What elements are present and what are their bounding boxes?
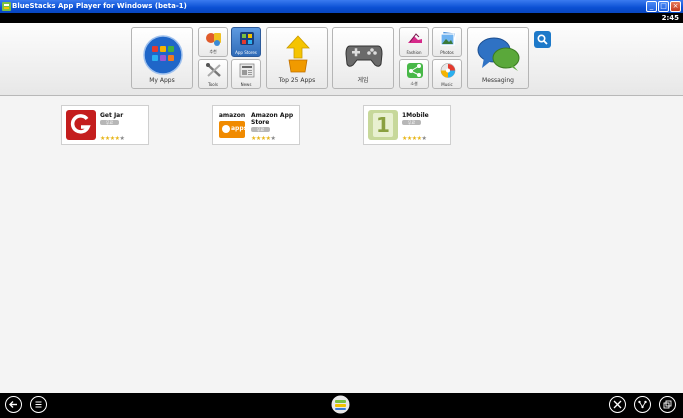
tile-tools[interactable]: Tools: [198, 59, 228, 89]
price-badge: 무료: [100, 120, 119, 125]
my-apps-icon: [143, 35, 183, 75]
app-card-1mobile[interactable]: 1 1Mobile 무료 ★★★★★: [363, 105, 451, 145]
home-button[interactable]: [331, 395, 350, 414]
rating-stars: ★★★★★: [402, 135, 427, 142]
stars-off: ★: [421, 135, 427, 142]
app-stores-label: App Stores: [235, 50, 257, 55]
recommended-label: 추천: [209, 49, 217, 54]
photos-label: Photos: [440, 50, 454, 55]
price-badge: 무료: [251, 127, 270, 132]
fashion-label: Fashion: [406, 50, 422, 55]
tile-photos[interactable]: Photos: [432, 27, 462, 57]
back-button[interactable]: [5, 396, 22, 413]
app-name: Amazon App Store: [251, 112, 294, 126]
bluestacks-logo-icon: [2, 2, 11, 11]
social-label: 소셜: [410, 81, 418, 86]
menu-icon: [35, 401, 42, 408]
rating-stars: ★★★★★: [100, 135, 125, 142]
photos-icon: [440, 30, 457, 46]
amazon-wordmark: amazon: [218, 112, 246, 119]
window-title: BlueStacks App Player for Windows (beta-…: [12, 2, 187, 10]
minimize-button[interactable]: _: [646, 1, 657, 12]
amazon-apps-text: apps: [231, 125, 248, 132]
messaging-label: Messaging: [482, 77, 514, 84]
music-icon: [440, 63, 456, 78]
my-apps-label: My Apps: [149, 77, 175, 84]
back-arrow-icon: [9, 401, 17, 408]
settings-button[interactable]: [609, 396, 626, 413]
tile-app-stores[interactable]: App Stores: [231, 27, 261, 57]
stars-on: ★★★★: [402, 135, 422, 142]
tile-social[interactable]: 소셜: [399, 59, 429, 89]
maximize-button[interactable]: □: [658, 1, 669, 12]
news-label: News: [240, 82, 252, 87]
clock: 2:45: [661, 14, 679, 22]
app-card-get-jar[interactable]: Get Jar 무료 ★★★★★: [61, 105, 149, 145]
bluestacks-window: BlueStacks App Player for Windows (beta-…: [0, 0, 683, 416]
games-tile[interactable]: 게임: [332, 27, 394, 89]
recommended-icon: [206, 33, 221, 46]
price-badge: 무료: [402, 120, 421, 125]
title-bar[interactable]: BlueStacks App Player for Windows (beta-…: [0, 0, 683, 13]
bottom-nav-bar: [0, 393, 683, 416]
windows-icon: [663, 400, 672, 409]
app-name: 1Mobile: [402, 112, 429, 119]
share-network-icon: [638, 400, 647, 409]
stars-off: ★: [119, 135, 125, 142]
amazon-orange-box: apps: [219, 121, 248, 138]
fashion-icon: [408, 33, 422, 43]
app-name: Get Jar: [100, 112, 124, 119]
stars-on: ★★★★: [100, 135, 120, 142]
share-button[interactable]: [634, 396, 651, 413]
search-icon: [537, 34, 548, 45]
get-jar-icon: [66, 110, 96, 140]
top-25-icon: [286, 35, 310, 73]
bluestacks-home-icon: [331, 395, 350, 414]
games-label: 게임: [357, 77, 369, 84]
tools-icon: [613, 400, 622, 409]
tile-news[interactable]: News: [231, 59, 261, 89]
rating-stars: ★★★★★: [251, 135, 276, 142]
tools-label: Tools: [208, 82, 218, 87]
menu-button[interactable]: [30, 396, 47, 413]
messaging-tile[interactable]: Messaging: [467, 27, 529, 89]
close-button[interactable]: ×: [670, 1, 681, 12]
tile-recommended[interactable]: 추천: [198, 27, 228, 57]
messaging-icon: [477, 37, 520, 71]
top-25-apps-tile[interactable]: Top 25 Apps: [266, 27, 328, 89]
gamepad-icon: [345, 45, 383, 67]
search-button[interactable]: [534, 31, 551, 48]
launcher-bar: My Apps 추천 App Stores Tools News Top 25 …: [0, 23, 683, 96]
app-card-amazon-app-store[interactable]: amazon apps Amazon App Store 무료 ★★★★★: [212, 105, 300, 145]
stars-on: ★★★★: [251, 135, 271, 142]
music-label: Music: [441, 82, 453, 87]
app-stores-icon: [240, 32, 254, 45]
amazon-apps-icon: amazon apps: [217, 110, 247, 140]
top-25-label: Top 25 Apps: [278, 77, 316, 84]
tile-fashion[interactable]: Fashion: [399, 27, 429, 57]
1mobile-icon: 1: [368, 110, 398, 140]
stars-off: ★: [270, 135, 276, 142]
news-icon: [239, 63, 255, 78]
1mobile-glyph: 1: [373, 113, 393, 137]
share-icon: [407, 63, 423, 78]
tile-music[interactable]: Music: [432, 59, 462, 89]
status-bar: 2:45: [0, 13, 683, 23]
tools-icon: [206, 63, 221, 77]
my-apps-tile[interactable]: My Apps: [131, 27, 193, 89]
window-toggle-button[interactable]: [659, 396, 676, 413]
